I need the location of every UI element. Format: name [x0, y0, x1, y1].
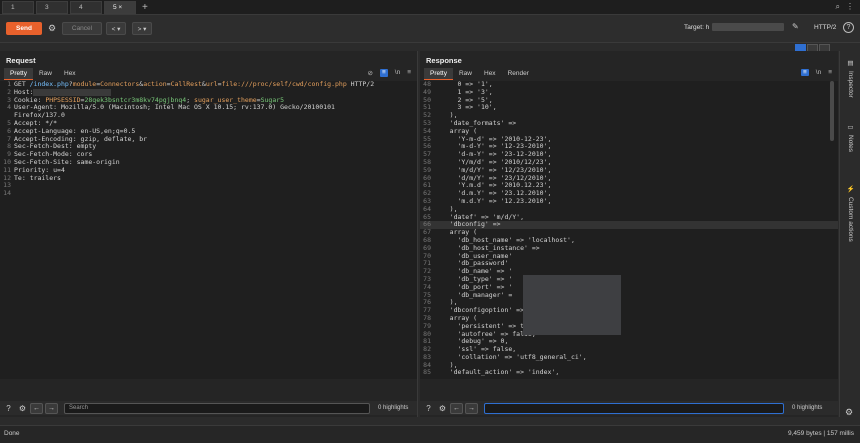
- custom-actions-panel-toggle[interactable]: ⚡ Custom actions: [840, 185, 860, 242]
- request-toolbar: Send ⚙ Cancel < ▾ > ▾ Target: h ✎ HTTP/2…: [0, 15, 860, 43]
- request-code-line: 13: [0, 182, 417, 190]
- add-tab-icon[interactable]: +: [142, 2, 148, 13]
- line-number: 85: [423, 368, 431, 377]
- tab-label: 3: [45, 3, 49, 11]
- menu-icon[interactable]: ≡: [407, 69, 411, 77]
- highlights-count: 0 highlights: [792, 405, 823, 411]
- repeater-tab-1[interactable]: 1: [2, 0, 34, 14]
- settings-gear-icon[interactable]: ⚙: [46, 22, 58, 35]
- repeater-tab-5[interactable]: 5 ×: [104, 0, 136, 14]
- response-code-line: 75 'db_manager' =: [420, 291, 838, 300]
- next-match-button[interactable]: →: [465, 402, 478, 414]
- response-pane: Response Pretty Raw Hex Render ≡ \n ≡ 48…: [420, 51, 838, 417]
- request-editor-icons: ⊘ ≡ \n ≡: [368, 69, 411, 77]
- redacted-host-value: [33, 89, 111, 96]
- next-match-button[interactable]: →: [45, 402, 58, 414]
- tab-label: 1: [11, 3, 15, 11]
- send-button[interactable]: Send: [6, 22, 42, 35]
- request-code-line: Firefox/137.0: [0, 111, 417, 120]
- code-text: GET /index.php?module=Connectors&action=…: [14, 81, 375, 88]
- settings-gear-icon[interactable]: ⚙: [437, 403, 448, 414]
- response-search-input[interactable]: [484, 402, 784, 414]
- target-label: Target: h: [684, 23, 710, 31]
- previous-match-button[interactable]: ←: [30, 402, 43, 414]
- request-title: Request: [6, 56, 36, 65]
- redacted-db-credentials: [523, 275, 621, 335]
- tab-pretty[interactable]: Pretty: [4, 68, 33, 80]
- line-number: 4: [7, 103, 11, 112]
- inspector-label: Inspector: [847, 71, 854, 98]
- tab-raw[interactable]: Raw: [453, 68, 478, 80]
- request-code-line: 11 Priority: u=4: [0, 166, 417, 175]
- response-code-line: 85 'default_action' => 'index',: [420, 369, 838, 377]
- cancel-button[interactable]: Cancel: [62, 22, 102, 35]
- response-editor[interactable]: 48 0 => '1', 49 1 => '3', 50 2 => '5', 51 3…: [420, 81, 838, 379]
- settings-gear-icon[interactable]: ⚙: [17, 403, 28, 414]
- highlights-count: 0 highlights: [378, 405, 409, 411]
- tab-render[interactable]: Render: [502, 68, 535, 80]
- menu-icon[interactable]: ≡: [828, 69, 832, 76]
- request-code-line: 14: [0, 189, 417, 198]
- request-search-input[interactable]: Search: [64, 402, 370, 414]
- repeater-tab-4[interactable]: 4: [70, 0, 102, 14]
- custom-actions-icon: ⚡: [846, 186, 855, 193]
- response-code-line: 63 'm.d.Y' => '12.23.2010',: [420, 197, 838, 206]
- tab-label: 4: [79, 3, 83, 11]
- tab-pretty[interactable]: Pretty: [424, 68, 453, 80]
- settings-gear-icon[interactable]: ⚙: [845, 407, 853, 418]
- inspector-icon: ▤: [847, 60, 854, 67]
- response-code-line: 77 'dbconfigoption' =>: [420, 306, 838, 315]
- response-title: Response: [426, 56, 462, 65]
- wrap-lines-icon[interactable]: ≡: [800, 69, 809, 76]
- tab-bar: 1 3 4 5 × + ⌕ ⋮: [0, 0, 860, 15]
- response-code-line: 83 'collation' => 'utf8_general_ci',: [420, 353, 838, 362]
- tab-hex[interactable]: Hex: [58, 68, 82, 80]
- notes-panel-toggle[interactable]: ▭ Notes: [840, 123, 860, 152]
- status-text: Done: [4, 430, 20, 437]
- code-text: 'default_action' => 'index',: [434, 368, 560, 377]
- request-view-tabs: Pretty Raw Hex: [4, 68, 82, 80]
- inspector-panel-toggle[interactable]: ▤ Inspector: [840, 59, 860, 98]
- response-code-line: 66 'dbconfig' =>: [420, 221, 838, 230]
- response-view-tabs: Pretty Raw Hex Render: [424, 68, 535, 80]
- response-code-line: 51 3 => '10',: [420, 104, 838, 112]
- request-code-line: 12 Te: trailers: [0, 173, 417, 183]
- previous-match-button[interactable]: ←: [450, 402, 463, 414]
- response-search-bar: ? ⚙ ← → 0 highlights: [420, 401, 838, 415]
- hide-nonprintable-icon[interactable]: ⊘: [368, 69, 373, 77]
- tab-raw[interactable]: Raw: [33, 68, 58, 80]
- response-scrollbar[interactable]: [830, 81, 834, 141]
- tab-hex[interactable]: Hex: [478, 68, 502, 80]
- response-code-line: 53 'date_formats' =>: [420, 119, 838, 128]
- protocol-label[interactable]: HTTP/2: [814, 24, 836, 31]
- notes-icon: ▭: [847, 124, 854, 131]
- notes-label: Notes: [847, 135, 854, 152]
- request-code-line: 1 GET /index.php?module=Connectors&action…: [0, 81, 417, 89]
- help-icon[interactable]: ?: [423, 403, 434, 414]
- target-display[interactable]: Target: h: [684, 23, 785, 31]
- more-options-icon[interactable]: ⋮: [846, 2, 854, 12]
- line-number: 14: [3, 189, 11, 198]
- request-search-bar: ? ⚙ ← → Search 0 highlights: [0, 401, 417, 415]
- forward-button[interactable]: > ▾: [132, 22, 152, 35]
- redacted-host: [712, 23, 785, 31]
- help-icon[interactable]: ?: [843, 22, 854, 33]
- newline-icon[interactable]: \n: [395, 69, 400, 77]
- wrap-lines-icon[interactable]: ≡: [379, 69, 388, 77]
- status-bar: Done 9,459 bytes | 157 millis: [0, 425, 860, 443]
- edit-target-pencil-icon[interactable]: ✎: [792, 22, 799, 31]
- request-editor[interactable]: 1 GET /index.php?module=Connectors&action…: [0, 81, 417, 379]
- back-button[interactable]: < ▾: [106, 22, 126, 35]
- newline-icon[interactable]: \n: [816, 69, 821, 76]
- response-size-timing: 9,459 bytes | 157 millis: [788, 430, 854, 437]
- inspector-sidebar: ▤ Inspector ▭ Notes ⚡ Custom actions ⚙: [839, 51, 860, 417]
- response-editor-icons: ≡ \n ≡: [800, 69, 832, 76]
- search-icon[interactable]: ⌕: [836, 2, 840, 12]
- help-icon[interactable]: ?: [3, 403, 14, 414]
- repeater-tab-3[interactable]: 3: [36, 0, 68, 14]
- code-text: Te: trailers: [14, 173, 61, 182]
- custom-actions-label: Custom actions: [847, 197, 854, 242]
- request-pane: Request Pretty Raw Hex ⊘ ≡ \n ≡ 1 GET /in…: [0, 51, 418, 417]
- tab-label: 5 ×: [113, 3, 123, 11]
